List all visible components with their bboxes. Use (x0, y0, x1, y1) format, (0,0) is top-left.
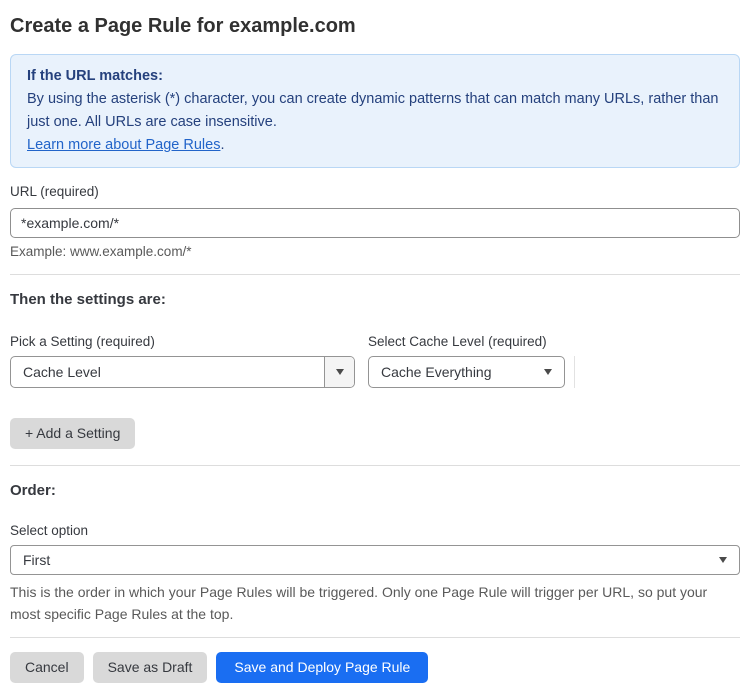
settings-vertical-divider (574, 356, 575, 388)
setting-picker-label: Pick a Setting (required) (10, 334, 155, 349)
learn-more-link[interactable]: Learn more about Page Rules (27, 137, 220, 153)
url-field-label: URL (required) (10, 184, 99, 199)
setting-picker-arrow-button[interactable] (324, 357, 354, 387)
cache-level-label: Select Cache Level (required) (368, 334, 547, 349)
cancel-button[interactable]: Cancel (10, 652, 84, 683)
page-title: Create a Page Rule for example.com (10, 15, 356, 37)
order-dropdown[interactable]: First (10, 545, 740, 575)
link-period: . (220, 137, 225, 153)
order-help-text: This is the order in which your Page Rul… (10, 584, 708, 622)
setting-picker-dropdown[interactable]: Cache Level (10, 356, 355, 388)
chevron-down-icon (544, 369, 552, 375)
order-select-label: Select option (10, 523, 89, 538)
divider-settings (10, 274, 740, 275)
order-value: First (23, 552, 51, 568)
divider-order (10, 465, 740, 466)
create-page-rule-form: Create a Page Rule for example.com If th… (0, 0, 750, 695)
info-box-heading: If the URL matches: (27, 68, 163, 84)
url-field-hint: Example: www.example.com/* (10, 244, 192, 259)
chevron-down-icon (335, 369, 344, 375)
info-box-link-line: Learn more about Page Rules. (27, 134, 723, 157)
url-input[interactable] (10, 208, 740, 238)
order-section-heading: Order: (10, 482, 56, 499)
save-and-deploy-button[interactable]: Save and Deploy Page Rule (216, 652, 429, 683)
footer-actions: Cancel Save as Draft Save and Deploy Pag… (10, 652, 740, 683)
url-match-info-box: If the URL matches: By using the asteris… (10, 54, 740, 168)
info-box-body: By using the asterisk (*) character, you… (27, 91, 719, 130)
divider-footer (10, 637, 740, 638)
save-as-draft-button[interactable]: Save as Draft (92, 652, 208, 683)
settings-controls-row: Cache Level Cache Everything (10, 356, 740, 388)
settings-section-heading: Then the settings are: (10, 291, 166, 308)
settings-labels-row: Pick a Setting (required) Select Cache L… (10, 334, 740, 350)
cache-level-value: Cache Everything (381, 364, 492, 380)
cache-level-dropdown[interactable]: Cache Everything (368, 356, 565, 388)
add-setting-button[interactable]: + Add a Setting (10, 418, 136, 449)
setting-picker-value: Cache Level (23, 364, 101, 380)
chevron-down-icon (719, 557, 727, 563)
